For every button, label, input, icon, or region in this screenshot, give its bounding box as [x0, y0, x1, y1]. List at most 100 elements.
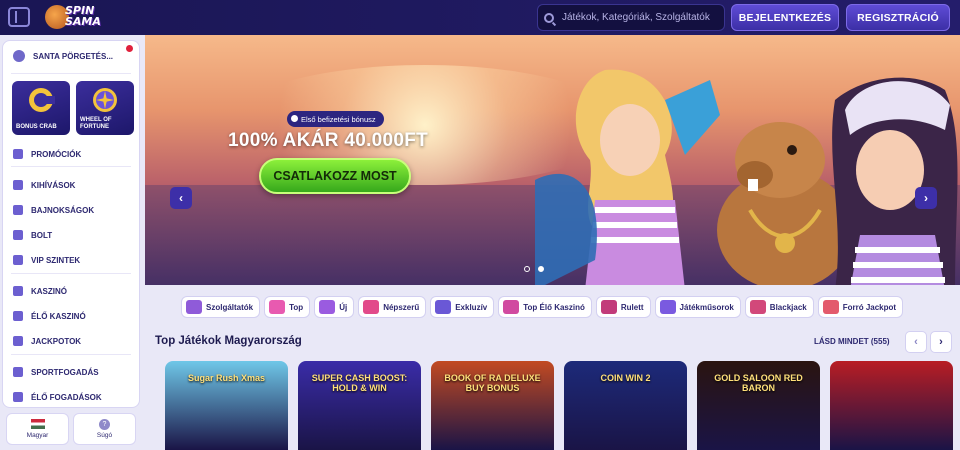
notification-badge [126, 45, 133, 52]
game-card[interactable]: COIN WIN 2 [564, 361, 687, 450]
vip-icon [13, 255, 23, 265]
game-title: COIN WIN 2 [600, 373, 651, 383]
sidebar-item-shop[interactable]: BOLT [13, 227, 137, 243]
games-next-button[interactable]: › [930, 331, 952, 353]
hungary-flag-icon [30, 419, 45, 429]
join-now-button[interactable]: CSATLAKOZZ MOST [259, 158, 411, 194]
category-label: Népszerű [383, 302, 420, 312]
category-icon [186, 300, 202, 314]
santa-spins-label: SANTA PÖRGETÉS... [33, 51, 114, 61]
category-icon [749, 300, 766, 314]
search-input[interactable] [562, 12, 722, 23]
category-chip[interactable]: Szolgáltatók [181, 296, 261, 318]
shop-icon [13, 230, 23, 240]
category-icon [822, 300, 839, 314]
game-card[interactable]: SUPER CASH BOOST: HOLD & WIN [298, 361, 421, 450]
category-label: Blackjack [769, 302, 807, 312]
sport-icon [13, 367, 23, 377]
category-label: Exkluzív [455, 302, 488, 312]
sidebar-item-promotions[interactable]: PROMÓCIÓK [13, 146, 137, 162]
category-icon [600, 300, 617, 314]
sidebar-item-live-casino[interactable]: ÉLŐ KASZINÓ [13, 308, 137, 324]
register-button[interactable]: REGISZTRÁCIÓ [846, 4, 950, 31]
game-title: BOOK OF RA DELUXE BUY BONUS [444, 373, 541, 393]
see-all-link[interactable]: LÁSD MINDET (555) [814, 337, 890, 346]
search-icon [544, 12, 554, 23]
tile-label: WHEEL OF FORTUNE [80, 117, 112, 130]
live-bet-icon [13, 392, 23, 402]
logo-text: SPIN SAMA [65, 4, 101, 28]
search-box[interactable] [537, 4, 725, 31]
wheel-icon [93, 88, 117, 112]
carousel-dot[interactable] [524, 266, 530, 272]
bonus-crab-tile[interactable]: BONUS CRAB [12, 81, 70, 135]
cheerleader-brunette-image [832, 77, 958, 285]
jackpot-icon [13, 336, 23, 346]
category-icon [363, 300, 380, 314]
sidebar-item-tournaments[interactable]: BAJNOKSÁGOK [13, 202, 137, 218]
carousel-dots [524, 266, 544, 272]
category-icon [503, 300, 520, 314]
divider [11, 273, 131, 274]
category-bar: Szolgáltatók Top Új Népszerű Exkluzív Top Élő… [181, 296, 904, 318]
category-label: Új [339, 302, 348, 312]
category-icon [435, 300, 452, 314]
divider [11, 166, 131, 167]
game-card[interactable] [830, 361, 953, 450]
tile-label: BONUS CRAB [16, 124, 57, 130]
logo[interactable]: SPIN SAMA [45, 5, 110, 29]
carousel-dot-active[interactable] [538, 266, 544, 272]
category-chip[interactable]: Rulett [595, 296, 651, 318]
gift-icon [13, 149, 23, 159]
category-icon [659, 300, 676, 314]
language-button[interactable]: Magyar [6, 413, 69, 445]
category-chip[interactable]: Top [264, 296, 311, 318]
game-title: GOLD SALOON RED BARON [714, 373, 803, 393]
login-button[interactable]: BEJELENTKEZÉS [731, 4, 839, 31]
category-chip[interactable]: Népszerű [358, 296, 427, 318]
game-card[interactable]: BOOK OF RA DELUXE BUY BONUS [431, 361, 554, 450]
help-button[interactable]: ? Súgó [73, 413, 136, 445]
trophy-icon [13, 205, 23, 215]
sidebar-item-vip[interactable]: VIP SZINTEK [13, 252, 137, 268]
hero-next-button[interactable]: › [915, 187, 937, 209]
category-chip[interactable]: Top Élő Kaszinó [498, 296, 592, 318]
category-label: Top [289, 302, 304, 312]
games-prev-button[interactable]: ‹ [905, 331, 927, 353]
spin-wheel-icon [13, 50, 25, 62]
help-icon: ? [99, 419, 110, 430]
sidebar: SANTA PÖRGETÉS... BONUS CRAB WHEEL OF FO… [2, 40, 140, 408]
live-casino-icon [13, 311, 23, 321]
hero-title: 100% AKÁR 40.000FT [228, 130, 429, 151]
category-chip[interactable]: Exkluzív [430, 296, 495, 318]
sidebar-item-challenges[interactable]: KIHÍVÁSOK [13, 177, 137, 193]
deposit-bonus-badge: Első befizetési bónusz [287, 111, 384, 127]
sidebar-toggle-icon[interactable] [8, 7, 30, 27]
sidebar-item-live-bets[interactable]: ÉLŐ FOGADÁSOK [13, 389, 137, 405]
sidebar-item-sports[interactable]: SPORTFOGADÁS [13, 364, 137, 380]
divider [11, 73, 131, 74]
category-chip[interactable]: Új [314, 296, 355, 318]
top-bar: SPIN SAMA BEJELENTKEZÉS REGISZTRÁCIÓ [0, 0, 960, 35]
target-icon [13, 180, 23, 190]
category-chip[interactable]: Forró Jackpot [817, 296, 904, 318]
cheerleader-blonde-image [535, 69, 720, 285]
slot-icon [13, 286, 23, 296]
game-card[interactable]: GOLD SALOON RED BARON [697, 361, 820, 450]
category-label: Rulett [620, 302, 644, 312]
hero-prev-button[interactable]: ‹ [170, 187, 192, 209]
sidebar-item-jackpots[interactable]: JACKPOTOK [13, 333, 137, 349]
game-card[interactable]: Sugar Rush Xmas [165, 361, 288, 450]
category-label: Szolgáltatók [206, 302, 254, 312]
category-icon [269, 300, 286, 314]
game-title: Sugar Rush Xmas [187, 373, 266, 383]
category-label: Forró Jackpot [842, 302, 897, 312]
category-icon [319, 300, 336, 314]
sidebar-item-casino[interactable]: KASZINÓ [13, 283, 137, 299]
wheel-of-fortune-tile[interactable]: WHEEL OF FORTUNE [76, 81, 134, 135]
section-title: Top Játékok Magyarország [155, 335, 302, 347]
category-chip[interactable]: Játékműsorok [654, 296, 741, 318]
santa-spins-item[interactable]: SANTA PÖRGETÉS... [9, 45, 135, 67]
category-chip[interactable]: Blackjack [744, 296, 814, 318]
category-label: Top Élő Kaszinó [523, 302, 585, 312]
